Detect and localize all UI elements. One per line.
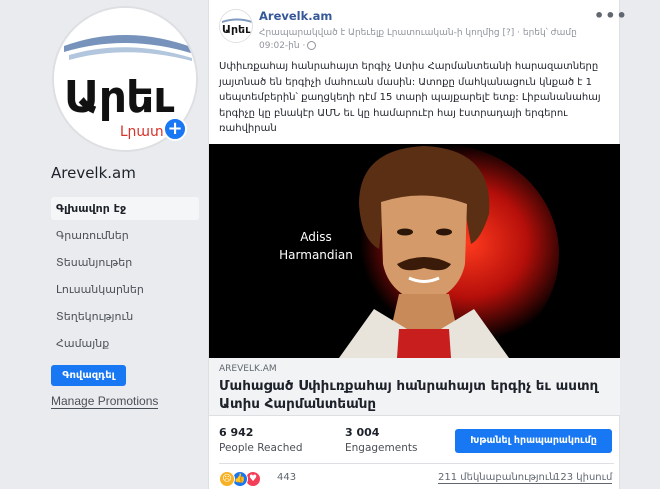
people-reached-value: 6 942 — [219, 426, 254, 439]
post-image[interactable]: Adiss Harmandian — [209, 144, 620, 358]
more-options-icon[interactable]: ••• — [594, 6, 628, 25]
page-sidebar: Արեւ Լրատու + Arevelk.am Գլխավոր էջ Գրառ… — [0, 0, 205, 489]
manage-promotions-link[interactable]: Manage Promotions — [51, 395, 159, 409]
nav-item-about[interactable]: Տեղեկություն — [51, 305, 199, 332]
people-reached-label: People Reached — [219, 442, 303, 454]
nav-item-posts[interactable]: Գրառումներ — [51, 224, 199, 251]
nav-item-home[interactable]: Գլխավոր էջ — [51, 197, 199, 220]
link-preview[interactable]: AREVELK.AM Մահացած Սփիւռքահայ հանրահայտ … — [209, 358, 620, 416]
link-title[interactable]: Մահացած Սփիւռքահայ հանրահայտ երգիչ եւ աս… — [219, 377, 614, 413]
people-reached-stat: 6 942 People Reached — [219, 426, 303, 454]
post-body-text: Սփիւռքահայ հանրահայտ երգիչ Ատիս Հարմանտե… — [219, 61, 601, 134]
reactions-count: 443 — [277, 472, 297, 483]
page-name[interactable]: Arevelk.am — [51, 164, 136, 182]
post-author-avatar[interactable]: Արեւ — [219, 9, 253, 43]
sad-reaction-icon: ☹ — [219, 471, 235, 487]
engagements-value: 3 004 — [345, 426, 380, 439]
comments-link[interactable]: 211 մեկնաբանություն — [438, 472, 556, 484]
post-meta: Հրապարակված է Արեւելք Լրատուական-ի կողմի… — [259, 27, 599, 53]
boost-post-button[interactable]: Խթանել հրապարակումը — [455, 429, 612, 453]
engagements-stat: 3 004 Engagements — [345, 426, 417, 454]
post-avatar-text: Արեւ — [222, 23, 251, 36]
promote-button[interactable]: Գովազդել — [51, 365, 126, 386]
post-author-name[interactable]: Arevelk.am — [259, 9, 332, 23]
page-nav: Գլխավոր էջ Գրառումներ Տեսանյութեր Լուսան… — [51, 197, 199, 359]
post-card: Արեւ Arevelk.am Հրապարակված է Արեւելք Լր… — [208, 0, 627, 489]
engagements-label: Engagements — [345, 442, 418, 454]
nav-item-photos[interactable]: Լուսանկարներ — [51, 278, 199, 305]
nav-item-community[interactable]: Համայնք — [51, 332, 199, 359]
avatar-logo-text: Արեւ — [64, 72, 174, 123]
image-caption: Adiss Harmandian — [271, 228, 361, 264]
divider — [219, 463, 614, 464]
globe-icon — [307, 41, 317, 50]
nav-item-videos[interactable]: Տեսանյութեր — [51, 251, 199, 278]
add-photo-icon[interactable]: + — [163, 117, 187, 141]
image-caption-line1: Adiss — [300, 230, 332, 244]
shares-link[interactable]: 123 կիսում — [554, 472, 613, 484]
image-caption-line2: Harmandian — [279, 248, 353, 262]
link-domain: AREVELK.AM — [219, 364, 277, 374]
